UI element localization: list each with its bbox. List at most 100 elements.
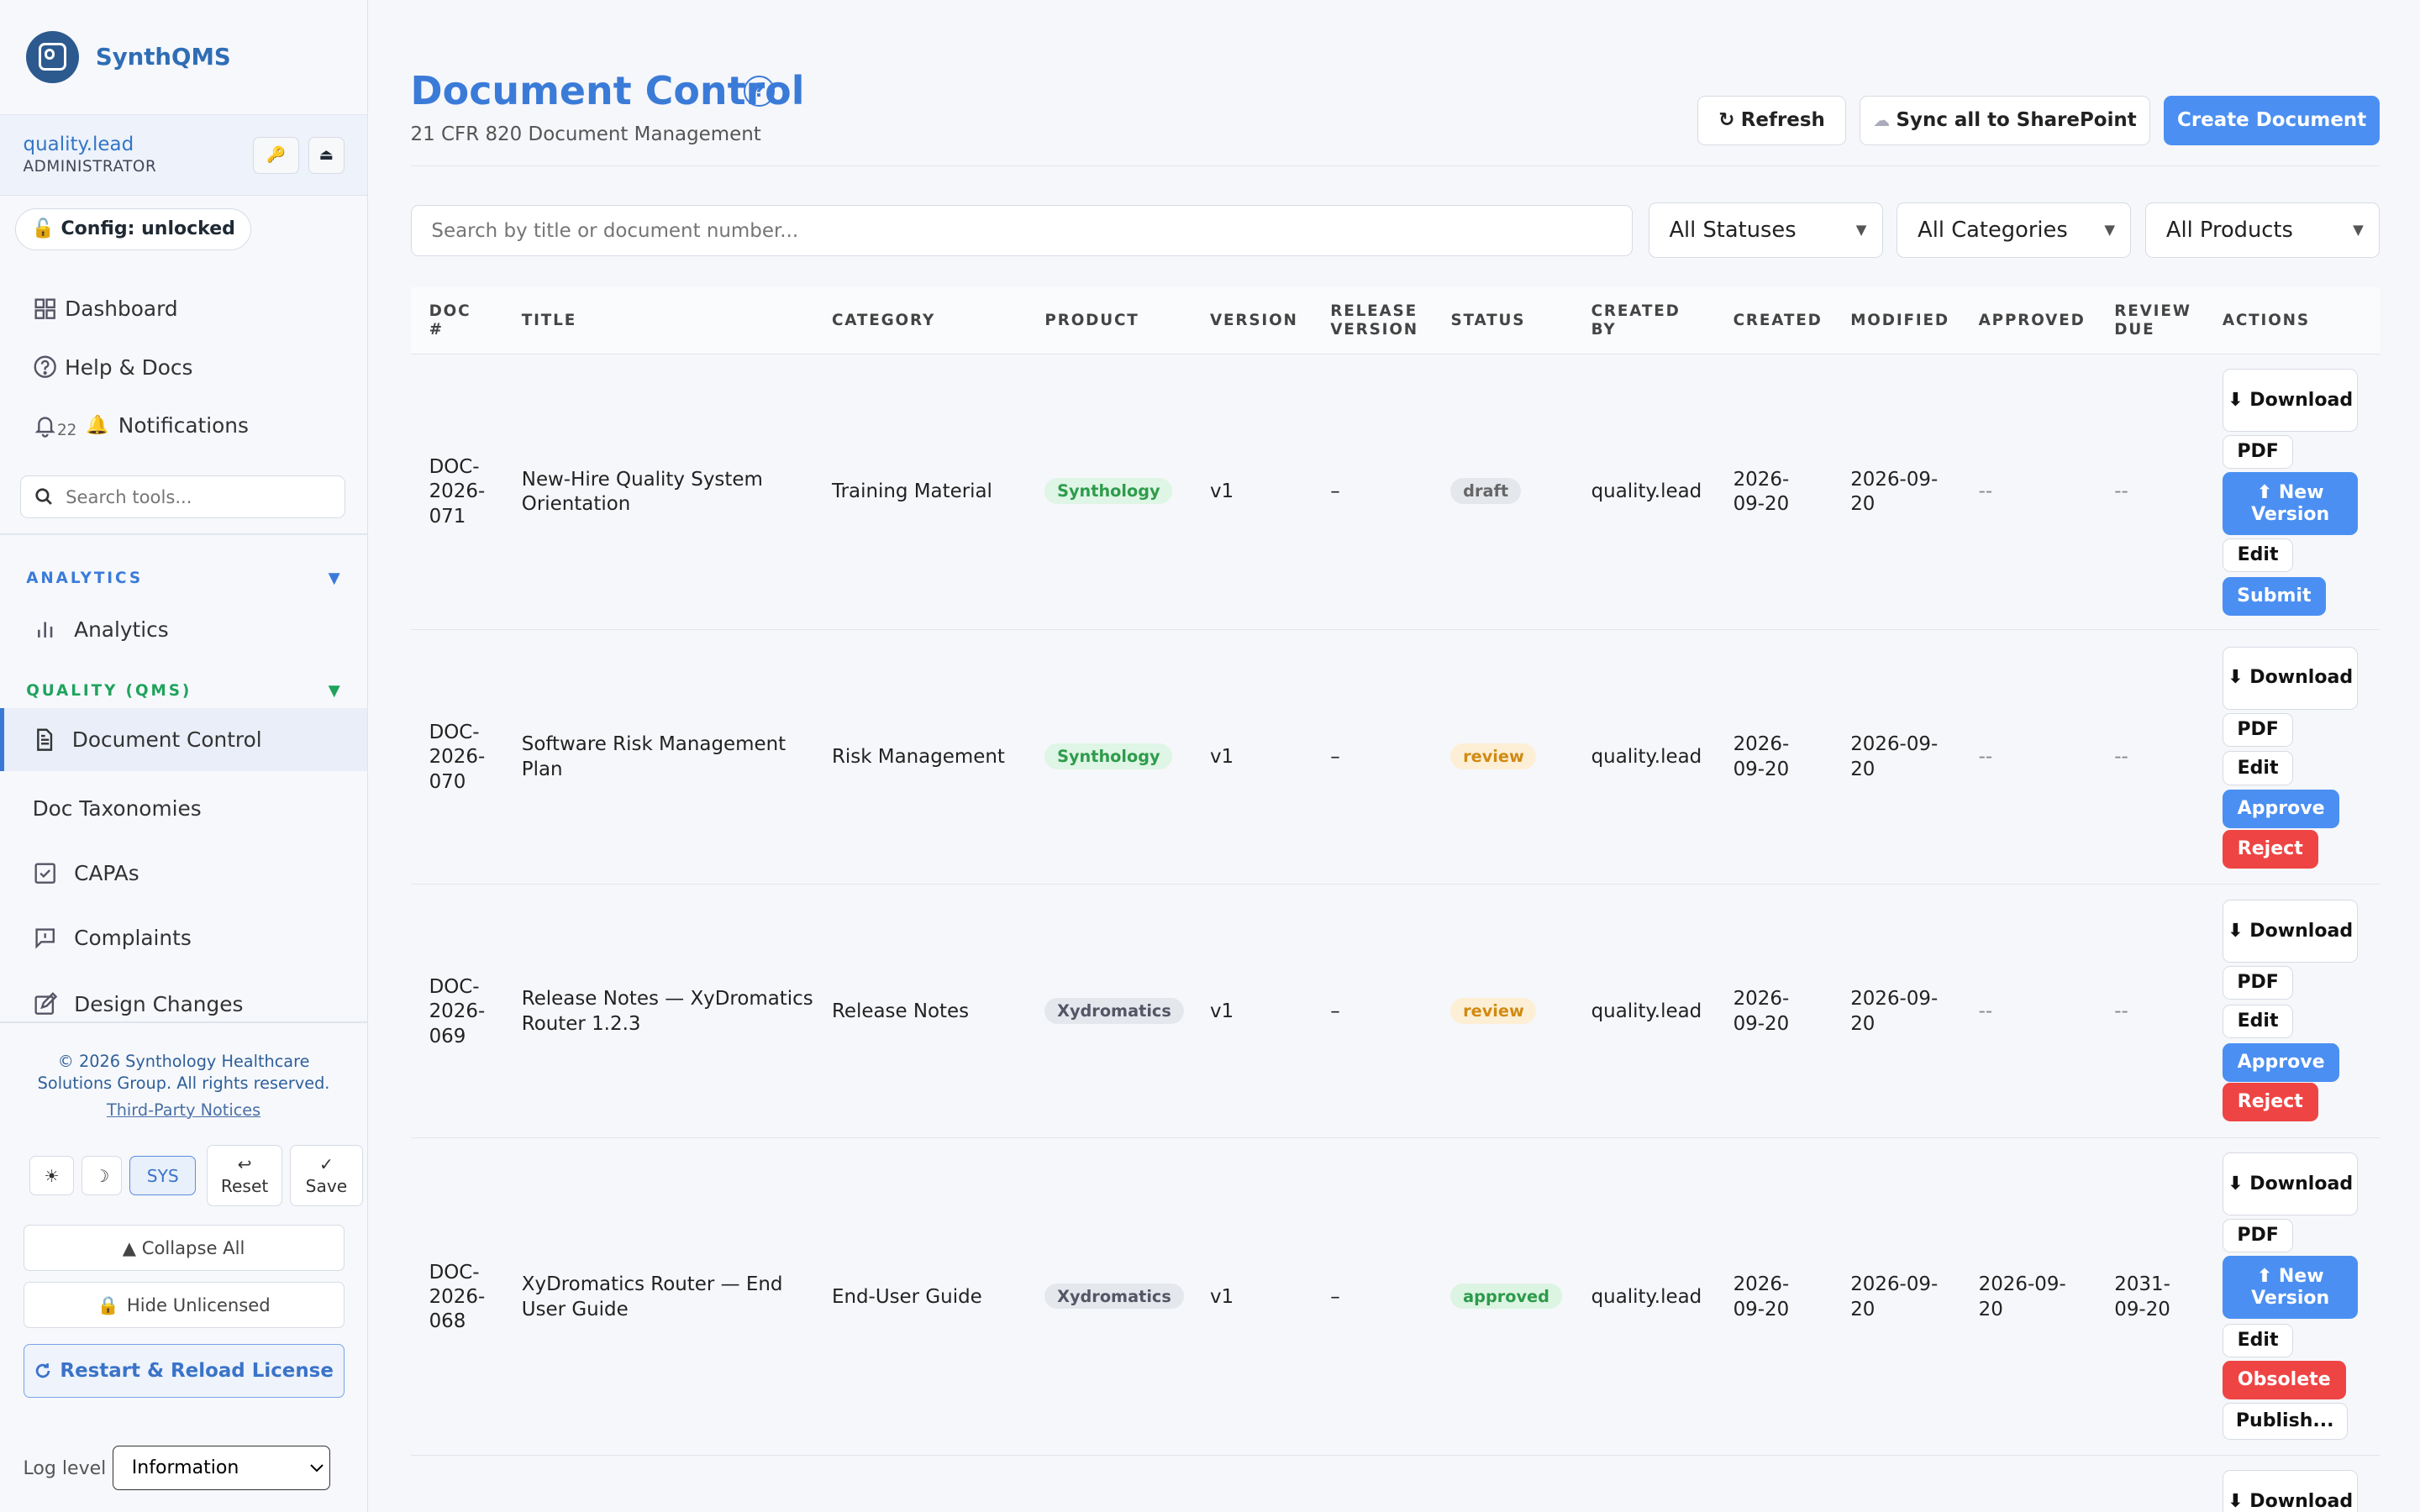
config-badge[interactable]: 🔓 Config: unlocked: [15, 207, 252, 250]
restart-reload-button[interactable]: Restart & Reload License: [23, 1343, 345, 1399]
nav-notifications[interactable]: 22 🔔 Notifications: [0, 407, 400, 444]
col-modified[interactable]: MODIFIED: [1850, 312, 1949, 330]
document-search-input[interactable]: [410, 205, 1634, 256]
sync-sharepoint-button[interactable]: ☁ Sync all to SharePoint: [1860, 95, 2150, 145]
help-icon[interactable]: ?: [744, 75, 775, 107]
theme-light-button[interactable]: ☀: [29, 1155, 75, 1196]
pdf-button[interactable]: PDF: [2222, 712, 2294, 747]
third-party-link[interactable]: Third-Party Notices: [0, 1100, 367, 1120]
status-badge: review: [1450, 998, 1537, 1024]
doc-title[interactable]: XyDromatics Router — End User Guide: [522, 1273, 783, 1322]
nav-design-changes[interactable]: Design Changes: [0, 987, 400, 1021]
release-version: –: [1330, 1285, 1340, 1308]
publish-button[interactable]: Publish...: [2222, 1402, 2348, 1440]
edit-button[interactable]: Edit: [2222, 1004, 2294, 1039]
edit-box-icon: [34, 992, 57, 1015]
nav-notifications-label: Notifications: [118, 413, 249, 438]
tools-search[interactable]: [19, 475, 346, 519]
nav-complaints[interactable]: Complaints: [0, 921, 400, 955]
hide-unlicensed-button[interactable]: 🔒 Hide Unlicensed: [23, 1282, 345, 1329]
doc-number[interactable]: DOC- 2026- 069: [429, 975, 486, 1049]
modified-date: 2026-09- 20: [1850, 1273, 1939, 1320]
doc-title[interactable]: New-Hire Quality System Orientation: [522, 468, 763, 517]
download-button[interactable]: ⬇ Download: [2222, 646, 2359, 710]
status-filter[interactable]: All Statuses ▼: [1648, 202, 1883, 258]
nav-dashboard[interactable]: Dashboard: [0, 291, 400, 325]
cloud-icon: ☁: [1872, 110, 1891, 131]
new-version-button[interactable]: ⬆ New Version: [2222, 1256, 2359, 1320]
obsolete-button[interactable]: Obsolete: [2222, 1360, 2346, 1399]
col-created-by[interactable]: CREATED BY: [1591, 302, 1681, 339]
key-icon: 🔑: [266, 146, 287, 165]
col-product[interactable]: PRODUCT: [1044, 312, 1139, 330]
doc-number[interactable]: DOC- 2026- 071: [429, 455, 486, 529]
nav-analytics[interactable]: Analytics: [0, 612, 400, 646]
reject-button[interactable]: Reject: [2222, 1083, 2318, 1122]
refresh-icon: [36, 1362, 50, 1378]
new-version-button[interactable]: ⬆ New Version: [2222, 472, 2359, 536]
caret-down-icon: ▼: [2104, 222, 2116, 239]
approved-date: --: [1978, 1000, 1993, 1023]
save-button[interactable]: ✓ Save: [290, 1144, 363, 1207]
edit-button[interactable]: Edit: [2222, 1323, 2294, 1358]
submit-button[interactable]: Submit: [2222, 576, 2326, 616]
product-filter-value: All Products: [2165, 217, 2293, 243]
doc-title[interactable]: Software Risk Management Plan: [522, 732, 786, 782]
edit-button[interactable]: Edit: [2222, 538, 2294, 573]
doc-number[interactable]: DOC- 2026- 068: [429, 1261, 486, 1335]
collapse-all-button[interactable]: ▲ Collapse All: [23, 1225, 345, 1272]
status-badge: approved: [1450, 1284, 1562, 1310]
download-button[interactable]: ⬇ Download: [2222, 368, 2359, 433]
release-version: –: [1330, 480, 1340, 503]
download-button[interactable]: ⬇ Download: [2222, 899, 2359, 963]
reject-button[interactable]: Reject: [2222, 830, 2318, 869]
pdf-button[interactable]: PDF: [2222, 1218, 2294, 1253]
col-status[interactable]: STATUS: [1450, 312, 1525, 330]
section-qms[interactable]: QUALITY (QMS) ▼: [26, 682, 343, 700]
approve-button[interactable]: Approve: [2222, 790, 2340, 829]
tools-search-input[interactable]: [62, 485, 332, 509]
nav-doc-taxonomies[interactable]: Doc Taxonomies: [0, 791, 400, 825]
notifications-count: 22: [56, 421, 77, 439]
col-review-due[interactable]: REVIEW DUE: [2114, 302, 2191, 339]
doc-title[interactable]: Release Notes — XyDromatics Router 1.2.3: [522, 987, 813, 1037]
user-name[interactable]: quality.lead: [24, 134, 134, 155]
approved-date: 2026-09- 20: [1978, 1273, 2066, 1320]
category-filter[interactable]: All Categories ▼: [1897, 202, 2132, 258]
col-version[interactable]: VERSION: [1210, 312, 1298, 330]
edit-button[interactable]: Edit: [2222, 751, 2294, 785]
table-row: DOC- 2026- 070 Software Risk Management Pla…: [410, 631, 2381, 885]
pdf-button[interactable]: PDF: [2222, 965, 2294, 1000]
pdf-button[interactable]: PDF: [2222, 434, 2294, 470]
approve-button[interactable]: Approve: [2222, 1042, 2340, 1082]
col-doc-no[interactable]: DOC #: [429, 302, 471, 339]
theme-dark-button[interactable]: ☽: [82, 1155, 123, 1196]
moon-icon: ☽: [94, 1165, 110, 1186]
key-button[interactable]: 🔑: [253, 136, 300, 174]
theme-sys-button[interactable]: SYS: [129, 1155, 197, 1196]
caret-down-icon: ▼: [2353, 222, 2364, 239]
product-filter[interactable]: All Products ▼: [2145, 202, 2381, 258]
logout-button[interactable]: ⏏: [308, 136, 345, 174]
nav-help[interactable]: Help & Docs: [0, 350, 400, 384]
col-approved[interactable]: APPROVED: [1979, 312, 2086, 330]
doc-number[interactable]: DOC- 2026- 070: [429, 721, 486, 795]
refresh-button[interactable]: ↻ Refresh: [1697, 95, 1846, 145]
col-created[interactable]: CREATED: [1733, 312, 1823, 330]
nav-document-control[interactable]: Document Control: [0, 708, 368, 772]
nav-capas[interactable]: CAPAs: [0, 856, 400, 890]
download-button[interactable]: ⬇ Download: [2222, 1152, 2359, 1216]
bar-chart-icon: [37, 622, 52, 638]
download-button[interactable]: ⬇ Download: [2222, 1470, 2359, 1512]
create-document-button[interactable]: Create Document: [2164, 95, 2381, 145]
col-title[interactable]: TITLE: [522, 312, 576, 330]
collapse-all-label: ▲ Collapse All: [122, 1237, 245, 1259]
col-release-version[interactable]: RELEASE VERSION: [1330, 302, 1418, 339]
triangle-down-icon: ▼: [328, 681, 343, 700]
reset-button[interactable]: ↩ Reset: [207, 1144, 283, 1207]
col-category[interactable]: CATEGORY: [832, 312, 935, 330]
page-subtitle: 21 CFR 820 Document Management: [410, 123, 761, 145]
log-level-select[interactable]: Information: [113, 1445, 331, 1491]
section-analytics[interactable]: ANALYTICS ▼: [26, 570, 343, 587]
triangle-down-icon: ▼: [328, 569, 343, 587]
